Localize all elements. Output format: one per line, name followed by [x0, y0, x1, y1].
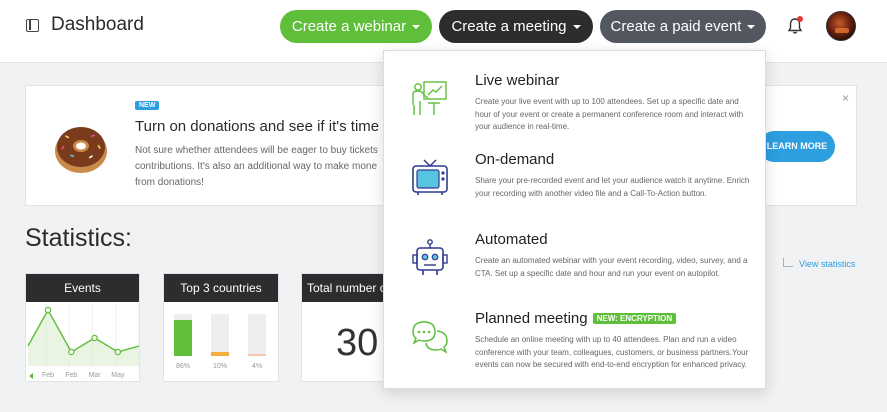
caret-down-icon [412, 25, 421, 30]
countries-card-title: Top 3 countries [164, 274, 278, 302]
chat-bubbles-icon [412, 321, 448, 354]
create-paid-event-label: Create a paid event [610, 18, 742, 35]
menu-item-description: Share your pre-recorded event and let yo… [475, 176, 750, 198]
notification-dot [797, 16, 803, 22]
create-webinar-dropdown: Live webinar Create your live event with… [383, 50, 766, 389]
menu-item-title-text: Planned meeting [475, 310, 588, 327]
events-data-point [114, 348, 122, 356]
banner-text: Not sure whether attendees will be eager… [135, 145, 378, 188]
menu-item-automated[interactable]: Automated Create an automated webinar wi… [384, 218, 767, 296]
events-month-label: May [111, 372, 125, 379]
country-bar-track [174, 314, 192, 356]
create-paid-event-button[interactable]: Create a paid event [600, 10, 766, 43]
chart-icon [783, 258, 793, 267]
country-bar-label: 10% [212, 363, 227, 370]
caret-down-icon [572, 25, 581, 30]
sidebar-toggle-icon[interactable] [26, 19, 39, 32]
country-bar-label: 86% [175, 363, 190, 370]
menu-item-description: Create your live event with up to 100 at… [475, 97, 744, 132]
tv-icon [412, 159, 448, 195]
menu-item-title: On-demand [475, 151, 555, 168]
menu-item-title: Planned meeting NEW: ENCRYPTION [475, 310, 677, 327]
statistics-title: Statistics: [25, 224, 132, 252]
new-badge: NEW [135, 101, 160, 110]
learn-more-button[interactable]: LEARN MORE [759, 131, 835, 162]
presentation-icon [412, 81, 447, 115]
events-data-point [44, 306, 52, 314]
close-icon[interactable]: × [842, 91, 849, 105]
menu-item-on-demand[interactable]: On-demand Share your pre-recorded event … [384, 138, 767, 216]
create-webinar-label: Create a webinar [291, 18, 407, 35]
events-month-label: Feb [42, 372, 54, 379]
total-value: 30 [336, 322, 379, 364]
menu-item-description: Create an automated webinar with your ev… [475, 256, 748, 278]
country-bar-fill [174, 319, 192, 356]
menu-item-title: Automated [475, 231, 548, 248]
menu-item-title: Live webinar [475, 72, 560, 89]
menu-item-description: Schedule an online meeting with up to 40… [475, 335, 749, 370]
country-bar-fill [211, 351, 229, 356]
events-line-chart: Feb Feb Mar May [27, 304, 139, 379]
view-statistics-link[interactable]: View statistics [799, 259, 855, 269]
chart-nav-arrow-icon[interactable] [29, 373, 33, 379]
events-month-label: Feb [65, 372, 77, 379]
events-data-point [91, 334, 98, 342]
country-bar-label: 4% [251, 363, 263, 370]
country-bar-track [211, 314, 229, 356]
events-card: Events Feb Feb Mar May [25, 273, 140, 382]
robot-icon [412, 239, 448, 275]
user-avatar[interactable] [826, 11, 856, 41]
caret-down-icon [747, 25, 756, 30]
country-bar-fill [248, 354, 266, 356]
menu-item-live-webinar[interactable]: Live webinar Create your live event with… [384, 59, 767, 137]
page-title: Dashboard [51, 14, 144, 35]
create-webinar-button[interactable]: Create a webinar [280, 10, 432, 43]
events-month-label: Mar [89, 372, 102, 379]
donut-icon [55, 127, 107, 173]
menu-item-planned-meeting[interactable]: Planned meeting NEW: ENCRYPTION Schedule … [384, 297, 767, 375]
create-meeting-label: Create a meeting [451, 18, 567, 35]
country-bar-track [248, 314, 266, 356]
create-meeting-button[interactable]: Create a meeting [439, 10, 593, 43]
events-data-point [68, 348, 75, 356]
events-card-title: Events [26, 274, 139, 302]
banner-title: Turn on donations and see if it's time t [135, 118, 388, 135]
encryption-badge: NEW: ENCRYPTION [592, 313, 677, 324]
countries-card: Top 3 countries 86% 10% 4% [163, 273, 279, 382]
